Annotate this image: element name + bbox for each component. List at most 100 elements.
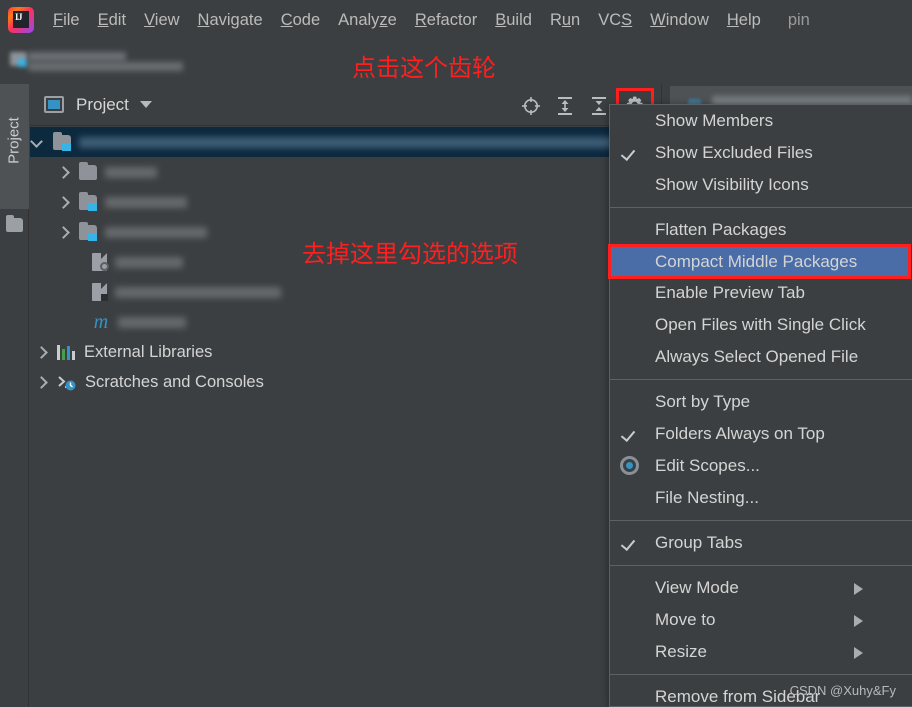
project-folder-icon (10, 52, 27, 67)
module-file-icon (92, 283, 108, 301)
menubar-item-file[interactable]: File (44, 9, 89, 32)
project-view-icon (44, 96, 64, 113)
menu-flatten-packages[interactable]: Flatten Packages (610, 214, 912, 246)
annotation-click-gear: 点击这个齿轮 (352, 54, 496, 82)
sidebar-item-external-libraries-label: External Libraries (84, 342, 213, 361)
menu-group-tabs[interactable]: Group Tabs (610, 527, 912, 559)
menu-show-visibility-icons-label: Show Visibility Icons (655, 175, 809, 194)
menu-folders-always-on-top[interactable]: Folders Always on Top (610, 418, 912, 450)
excluded-file-icon (92, 253, 109, 271)
maven-icon: m (93, 311, 109, 333)
redacted-tree-label (79, 136, 660, 148)
menu-show-members-label: Show Members (655, 111, 774, 130)
file-badge (101, 294, 108, 301)
chevron-right-icon[interactable] (34, 346, 47, 359)
menu-flatten-packages-label: Flatten Packages (655, 220, 787, 239)
left-tool-strip: Project (0, 84, 29, 707)
menu-always-select-opened-file-label: Always Select Opened File (655, 347, 859, 366)
menu-compact-middle-packages[interactable]: Compact Middle Packages (608, 244, 911, 279)
menubar-item-help[interactable]: Help (718, 9, 770, 32)
redacted-tree-label (105, 226, 207, 238)
source-folder-icon (53, 131, 71, 151)
tool-window-tab-project[interactable]: Project (0, 84, 29, 209)
menubar-item-analyze[interactable]: Analyze (329, 9, 406, 32)
scratches-icon (57, 374, 76, 391)
tool-window-tab-project-label: Project (5, 117, 23, 164)
file-badge (100, 262, 109, 271)
menu-separator (610, 565, 912, 566)
menu-move-to[interactable]: Move to (610, 604, 912, 636)
menu-file-nesting[interactable]: File Nesting... (610, 482, 912, 514)
tree-row[interactable] (30, 187, 660, 217)
submenu-arrow-icon (854, 615, 863, 627)
project-view-title: Project (76, 94, 129, 114)
menubar-item-build[interactable]: Build (486, 9, 541, 32)
menu-view-mode-label: View Mode (655, 578, 739, 597)
chevron-right-icon[interactable] (56, 196, 69, 209)
chevron-right-icon[interactable] (56, 166, 69, 179)
menu-separator (610, 520, 912, 521)
menu-enable-preview-tab[interactable]: Enable Preview Tab (610, 277, 912, 309)
menu-file-nesting-label: File Nesting... (655, 488, 759, 507)
menu-edit-scopes-label: Edit Scopes... (655, 456, 760, 475)
menu-folders-always-on-top-label: Folders Always on Top (655, 424, 825, 443)
tree-row[interactable] (30, 157, 660, 187)
redacted-project-path-line-2 (28, 62, 183, 71)
annotation-uncheck-option: 去掉这里勾选的选项 (302, 240, 518, 268)
menubar-item-run[interactable]: Run (541, 9, 589, 32)
menu-sort-by-type-label: Sort by Type (655, 392, 751, 411)
chevron-right-icon[interactable] (56, 226, 69, 239)
main-menubar: FileEditViewNavigateCodeAnalyzeRefactorB… (0, 0, 912, 40)
redacted-tree-label (105, 166, 157, 178)
checkmark-icon (623, 533, 637, 551)
menu-show-visibility-icons[interactable]: Show Visibility Icons (610, 169, 912, 201)
menu-resize[interactable]: Resize (610, 636, 912, 668)
menu-view-mode[interactable]: View Mode (610, 572, 912, 604)
menu-show-excluded-files[interactable]: Show Excluded Files (610, 137, 912, 169)
menubar-item-view[interactable]: View (135, 9, 188, 32)
menu-move-to-label: Move to (655, 610, 716, 629)
project-tool-window: Project m External Libraries Scratches a… (30, 84, 660, 707)
expand-all-icon[interactable] (548, 90, 582, 120)
folder-icon (79, 161, 97, 180)
tree-row[interactable] (30, 277, 660, 307)
library-icon (57, 344, 75, 360)
intellij-idea-logo (8, 7, 34, 33)
redacted-project-path-line-1 (28, 52, 126, 61)
menubar-item-edit[interactable]: Edit (89, 9, 135, 32)
menu-group-tabs-label: Group Tabs (655, 533, 743, 552)
menu-sort-by-type[interactable]: Sort by Type (610, 386, 912, 418)
menu-show-members[interactable]: Show Members (610, 105, 912, 137)
locate-file-icon[interactable] (514, 90, 548, 120)
menu-separator (610, 207, 912, 208)
menubar-item-navigate[interactable]: Navigate (189, 9, 272, 32)
redacted-tree-label (118, 316, 186, 328)
source-folder-icon (79, 191, 97, 211)
folder-icon[interactable] (6, 215, 23, 232)
menubar-item-window[interactable]: Window (641, 9, 718, 32)
menu-always-select-opened-file[interactable]: Always Select Opened File (610, 341, 912, 373)
menu-open-files-single-click[interactable]: Open Files with Single Click (610, 309, 912, 341)
redacted-tree-label (105, 196, 187, 208)
sidebar-item-scratches-and-consoles[interactable]: Scratches and Consoles (30, 367, 660, 397)
redacted-tree-label (115, 286, 281, 298)
sidebar-item-scratches-and-consoles-label: Scratches and Consoles (85, 372, 264, 391)
chevron-right-icon[interactable] (34, 376, 47, 389)
menubar-item-refactor[interactable]: Refactor (406, 9, 486, 32)
submenu-arrow-icon (854, 647, 863, 659)
menu-edit-scopes[interactable]: Edit Scopes... (610, 450, 912, 482)
sidebar-item-external-libraries[interactable]: External Libraries (30, 337, 660, 367)
menu-enable-preview-tab-label: Enable Preview Tab (655, 283, 805, 302)
project-options-context-menu[interactable]: Show Members Show Excluded Files Show Visi… (608, 104, 912, 707)
checkmark-icon (623, 143, 637, 161)
menu-separator (610, 674, 912, 675)
tree-row[interactable]: m (30, 307, 660, 337)
chevron-down-icon[interactable] (30, 136, 43, 149)
redacted-tree-label (115, 256, 183, 268)
chevron-down-icon[interactable] (139, 101, 152, 108)
scope-radio-icon (620, 456, 639, 475)
tree-row[interactable] (30, 127, 660, 157)
menubar-item-vcs[interactable]: VCS (589, 9, 641, 32)
menubar-item-code[interactable]: Code (272, 9, 329, 32)
submenu-arrow-icon (854, 583, 863, 595)
